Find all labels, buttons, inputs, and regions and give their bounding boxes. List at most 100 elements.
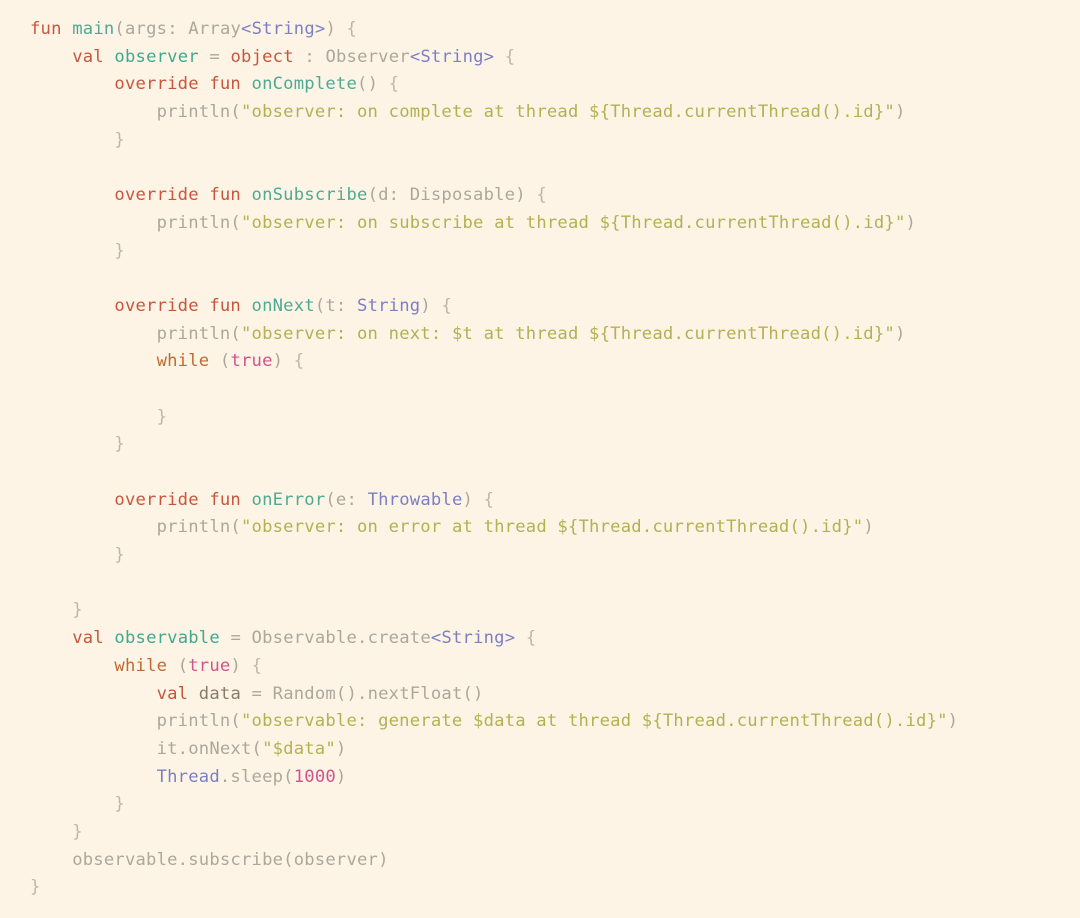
code-line: } [0,874,1080,902]
code-token-ident: observable [114,628,220,649]
code-line: println("observer: on complete at thread… [0,99,1080,127]
code-token-plain: (d: Disposable) [367,185,537,206]
code-token-plain: ) [335,738,347,759]
code-token-type: <String> [409,46,495,67]
code-token-str: "observer: on complete at thread ${Threa… [240,102,895,123]
code-token-plain: ) [230,655,252,676]
code-token-plain: println [156,212,231,233]
code-line: println("observer: on subscribe at threa… [0,210,1080,238]
code-token-kw: override fun [114,295,241,316]
code-line: } [0,431,1080,459]
code-token-plain: Array [188,19,242,39]
code-token-brace: { [346,19,358,39]
code-token-kw: val [156,683,189,704]
code-token-brace: } [114,129,125,150]
code-token-plain: it.onNext( [156,738,263,759]
code-token-str: "observer: on error at thread ${Thread.c… [240,517,864,538]
code-token-plain: ( [230,102,241,123]
code-token-brace: { [504,46,516,67]
code-token-plain: = Random().nextFloat() [241,683,484,704]
code-token-plain: : [293,46,326,67]
code-line: val data = Random().nextFloat() [0,681,1080,709]
code-token-plain: println [156,323,231,344]
code-token-kw: override fun [114,185,241,206]
code-token-plain: ) [335,766,347,787]
code-line: } [0,127,1080,155]
code-token-brace: { [293,351,305,372]
code-token-brace: { [483,489,495,510]
code-token-dark: data [198,683,241,704]
code-token-fn: onNext [251,295,315,316]
code-token-brace: } [156,406,168,427]
code-line: override fun onNext(t: String) { [0,293,1080,321]
code-line: while (true) { [0,348,1080,376]
code-token-str: "observer: on next: $t at thread ${Threa… [240,323,895,344]
code-line: println("observable: generate $data at t… [0,708,1080,736]
code-token-plain: ) [462,489,484,510]
code-token-plain: (t: [314,295,358,316]
code-line: println("observer: on error at thread ${… [0,514,1080,542]
code-token-plain: observable.subscribe(observer) [72,849,389,870]
code-token-kw: override fun [114,489,241,510]
code-line: } [0,542,1080,570]
code-line: } [0,238,1080,266]
code-token-plain: .sleep( [219,766,294,787]
code-token-brace: } [114,434,125,455]
code-token-type: <String> [241,19,326,39]
code-token-brace: } [114,240,125,261]
code-line: it.onNext("$data") [0,736,1080,764]
code-token-brace: { [525,628,537,649]
code-token-num: true [230,351,273,372]
code-token-plain: = Observable.create [219,628,431,649]
code-token-type: <String> [430,628,516,649]
code-token-plain: ) [272,351,294,372]
code-block[interactable]: fun main(args: Array<String>) { val obse… [0,0,1080,918]
code-token-plain: println [156,102,231,123]
code-token-plain: ( [230,323,241,344]
code-token-num: true [188,655,231,676]
code-token-plain: ) [947,711,959,732]
code-line: val observer = object : Observer<String>… [0,44,1080,72]
code-token-kw: val [72,46,104,67]
code-token-plain: ) [420,295,442,316]
code-token-plain: ) [905,212,917,233]
code-token-plain: ) [325,19,347,39]
code-token-str: "observer: on subscribe at thread ${Thre… [240,212,906,233]
code-token-kw: object [230,46,294,67]
code-token-str: "observable: generate $data at thread ${… [240,711,948,732]
code-token-brace: } [72,821,83,842]
code-token-ident: observer [114,46,199,67]
code-token-fn: onError [251,489,326,510]
code-token-plain: = [209,46,231,67]
code-token-plain: Observer [325,46,410,67]
code-token-plain: ) [894,102,906,123]
code-token-plain: () [357,74,389,95]
code-line: } [0,791,1080,819]
code-token-brace: { [251,655,263,676]
code-token-plain: ) [863,517,874,538]
